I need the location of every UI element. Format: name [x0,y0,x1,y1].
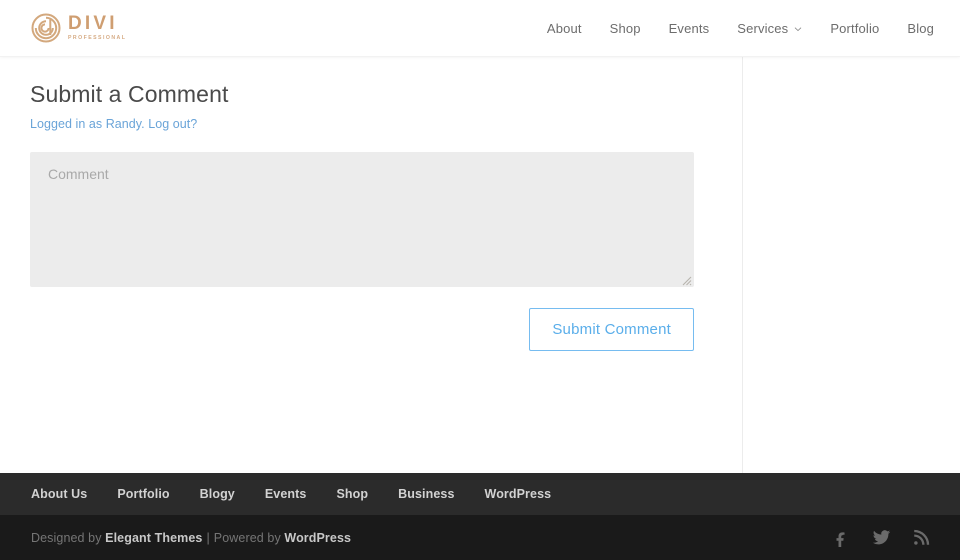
submit-comment-button[interactable]: Submit Comment [529,307,694,351]
elegant-themes-link[interactable]: Elegant Themes [105,531,202,545]
logo-tagline: PROFESSIONAL [68,35,127,42]
sidebar-column [743,57,960,473]
nav-item-events[interactable]: Events [669,21,710,36]
credits-separator: | [206,530,210,545]
divi-spiral-logo-icon [31,13,61,43]
footer-nav-item-events[interactable]: Events [265,487,307,501]
nav-item-label: Services [737,21,789,36]
nav-item-blog[interactable]: Blog [907,21,934,36]
nav-item-label: Blog [907,21,934,36]
footer-nav-bar: About Us Portfolio Blogy Events Shop Bus… [0,473,960,515]
powered-by-text: Powered by [213,530,281,545]
footer-nav-item-blogy[interactable]: Blogy [200,487,235,501]
nav-item-shop[interactable]: Shop [610,21,641,36]
footer-credits: Designed by Elegant Themes | Powered by … [31,515,351,560]
footer-nav-item-shop[interactable]: Shop [336,487,368,501]
footer-navigation: About Us Portfolio Blogy Events Shop Bus… [31,473,581,515]
social-links [814,515,934,560]
comment-form: Submit a Comment Logged in as Randy. Log… [30,57,694,351]
logged-in-status: Logged in as Randy. Log out? [30,109,694,131]
page-title: Submit a Comment [30,81,229,107]
footer-nav-item-portfolio[interactable]: Portfolio [117,487,169,501]
comment-field-wrapper [30,151,694,287]
nav-item-label: Events [668,21,710,36]
facebook-icon[interactable] [828,525,854,551]
logout-link[interactable]: Log out? [148,117,197,131]
page-root: DIVI PROFESSIONAL About Shop Events Serv… [0,0,960,560]
content-area: Submit a Comment Logged in as Randy. Log… [0,57,960,473]
rss-icon[interactable] [908,525,934,551]
nav-item-label: Portfolio [830,21,880,36]
nav-item-label: Shop [609,21,641,36]
twitter-icon[interactable] [868,525,894,551]
logo-text: DIVI PROFESSIONAL [68,14,126,41]
site-logo[interactable]: DIVI PROFESSIONAL [31,8,126,48]
main-navigation: About Shop Events Services Portfolio Blo… [547,0,934,57]
designed-by-text: Designed by [31,530,102,545]
form-actions: Submit Comment [30,307,694,351]
nav-item-services[interactable]: Services [737,21,802,36]
logged-in-text: Logged in as Randy. [30,116,145,131]
chevron-down-icon [794,25,802,33]
logo-wordmark: DIVI [68,13,118,35]
footer-nav-item-wordpress[interactable]: WordPress [485,487,552,501]
footer-nav-item-about-us[interactable]: About Us [31,487,87,501]
wordpress-link[interactable]: WordPress [284,531,351,545]
footer-nav-item-business[interactable]: Business [398,487,454,501]
nav-item-portfolio[interactable]: Portfolio [830,21,879,36]
site-header: DIVI PROFESSIONAL About Shop Events Serv… [0,0,960,57]
nav-item-about[interactable]: About [547,21,582,36]
nav-item-label: About [546,21,582,36]
comment-textarea[interactable] [30,151,694,287]
footer-bottom-bar: Designed by Elegant Themes | Powered by … [0,515,960,560]
